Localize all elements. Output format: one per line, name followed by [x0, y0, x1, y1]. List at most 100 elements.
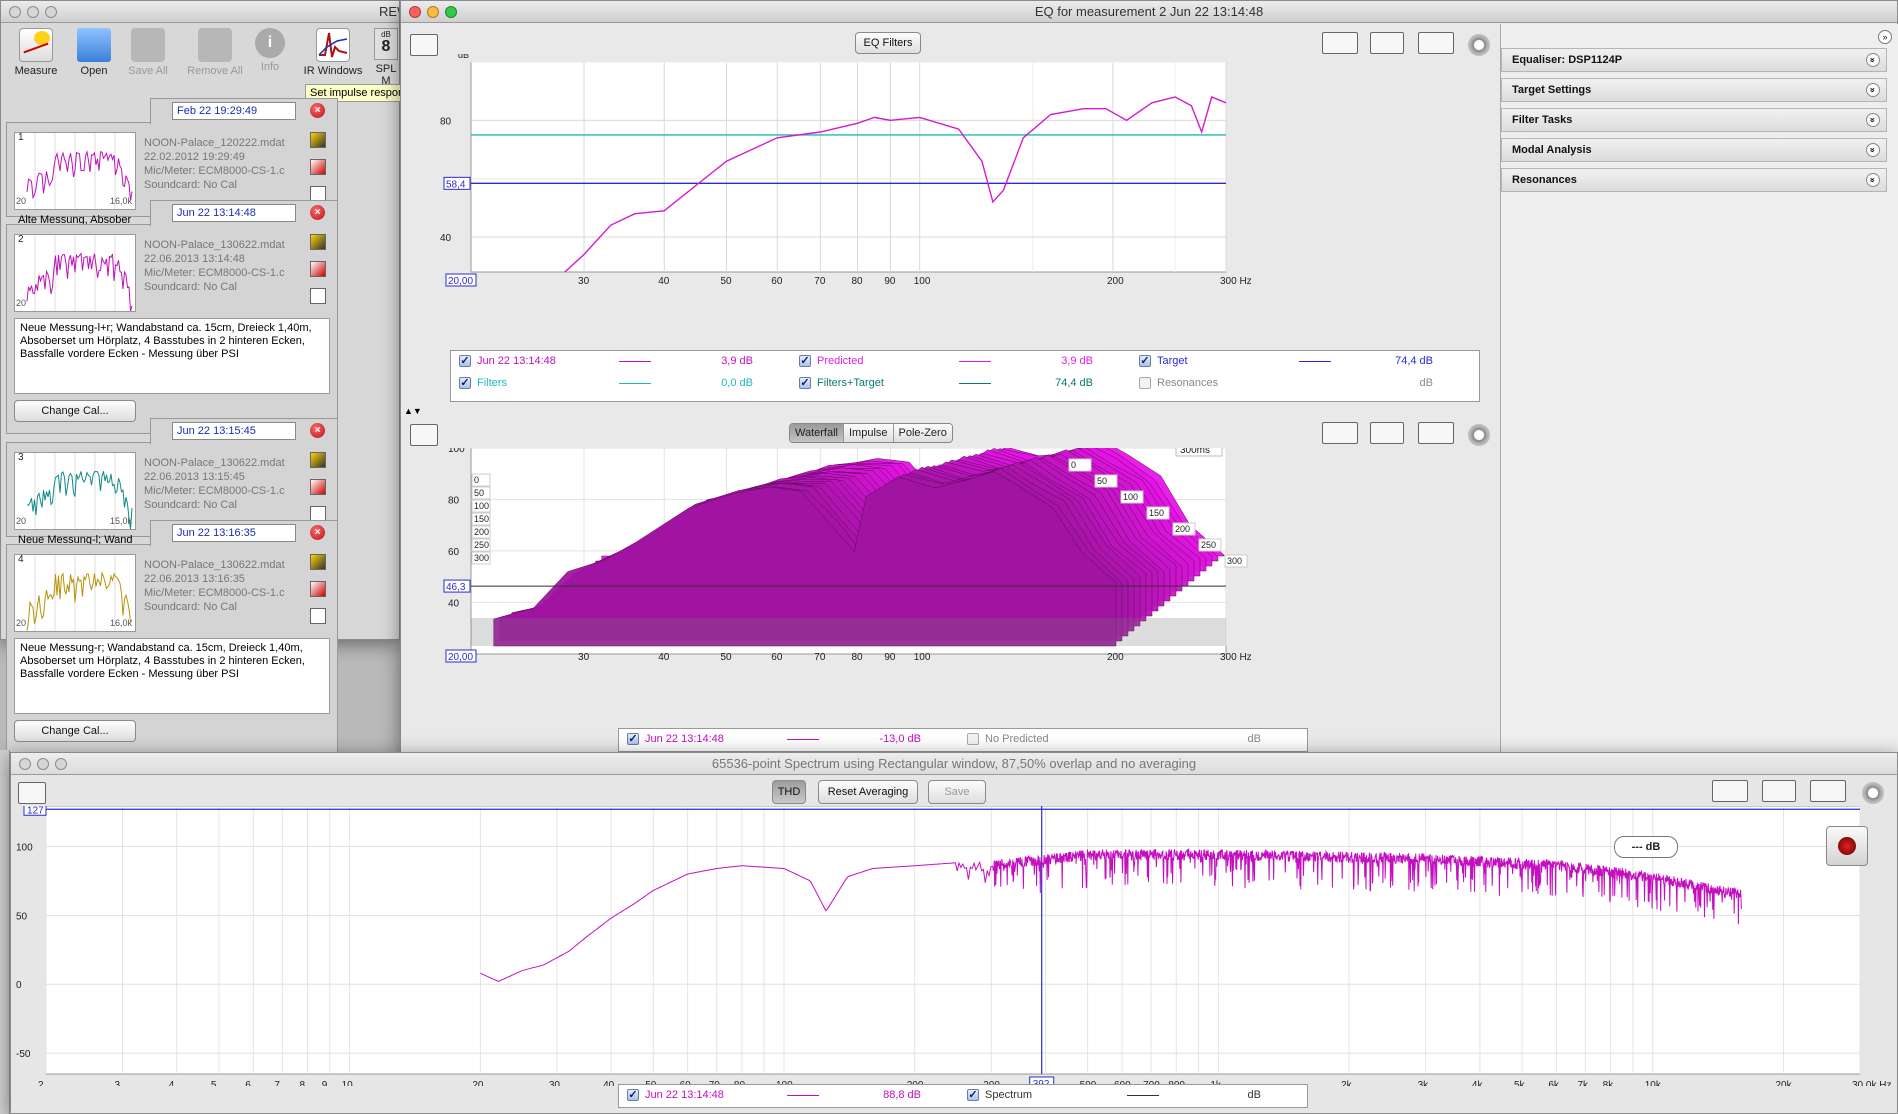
wand-icon[interactable] [310, 479, 326, 495]
measurement-notes[interactable]: Neue Messung-r; Wandabstand ca. 15cm, Dr… [14, 638, 330, 714]
minimize-window-button[interactable] [27, 6, 39, 18]
close-window-button[interactable] [9, 6, 21, 18]
legend-checkbox[interactable]: ✓ [967, 1089, 979, 1101]
split-arrows-icon[interactable]: ▲▼ [404, 406, 422, 416]
legend-checkbox[interactable] [967, 733, 979, 745]
waterfall-graph-layout-icon[interactable] [1322, 422, 1358, 444]
legend-entry[interactable]: No Predicted dB [967, 733, 1297, 745]
thd-button[interactable]: THD [772, 780, 806, 804]
edit-icon[interactable] [310, 234, 326, 250]
measurement-date-field[interactable]: Feb 22 19:29:49 [172, 102, 296, 120]
wand-icon[interactable] [310, 261, 326, 277]
side-panel-section[interactable]: Equaliser: DSP1124P » [1501, 48, 1887, 72]
legend-entry[interactable]: ✓ Jun 22 13:14:48 -13,0 dB [627, 733, 957, 745]
camera-icon[interactable] [410, 34, 438, 56]
remove-all-button[interactable]: Remove All [182, 28, 248, 77]
legend-entry[interactable]: ✓ Jun 22 13:14:48 3,9 dB [459, 355, 789, 367]
legend-checkbox[interactable]: ✓ [627, 1089, 639, 1101]
change-cal-button[interactable]: Change Cal... [14, 720, 136, 742]
fit-axes-icon[interactable] [1418, 32, 1454, 54]
spl-meter-button[interactable]: dB 8 SPL M [372, 28, 400, 87]
legend-checkbox[interactable] [1139, 377, 1151, 389]
measurement-date-field[interactable]: Jun 22 13:15:45 [172, 422, 296, 440]
remove-measurement-icon[interactable]: × [310, 423, 325, 438]
change-cal-button[interactable]: Change Cal... [14, 400, 136, 422]
waterfall-chart[interactable]: 30405060708090100200300 Hz100806040dB46,… [400, 448, 1500, 728]
save-all-button[interactable]: Save All [120, 28, 176, 77]
rta-camera-icon[interactable] [18, 782, 46, 804]
tab-impulse[interactable]: Impulse [844, 424, 894, 442]
legend-entry[interactable]: ✓ Jun 22 13:14:48 88,8 dB [627, 1089, 957, 1101]
waterfall-fit-axes-icon[interactable] [1418, 422, 1454, 444]
wand-icon[interactable] [310, 159, 326, 175]
record-button[interactable] [1826, 826, 1868, 866]
edit-icon[interactable] [310, 452, 326, 468]
waterfall-camera-icon[interactable] [410, 424, 438, 446]
thumbnail-low-label: 20 [16, 196, 26, 206]
side-panel-section[interactable]: Target Settings » [1501, 78, 1887, 102]
remove-measurement-icon[interactable]: × [310, 103, 325, 118]
remove-measurement-icon[interactable]: × [310, 525, 325, 540]
legend-checkbox[interactable]: ✓ [459, 377, 471, 389]
settings-icon[interactable] [310, 608, 326, 624]
chevron-down-icon[interactable]: » [1866, 143, 1880, 157]
remove-measurement-icon[interactable]: × [310, 205, 325, 220]
measurement-notes[interactable]: Neue Messung-l+r; Wandabstand ca. 15cm, … [14, 318, 330, 394]
side-panel-section[interactable]: Resonances » [1501, 168, 1887, 192]
legend-entry[interactable]: ✓ Filters+Target 74,4 dB [799, 377, 1129, 389]
rta-column-layout-icon[interactable] [1762, 780, 1796, 802]
rta-graph-layout-icon[interactable] [1712, 780, 1748, 802]
eq-close-button[interactable] [409, 6, 421, 18]
waterfall-column-layout-icon[interactable] [1370, 422, 1404, 444]
column-layout-icon[interactable] [1370, 32, 1404, 54]
side-panel-section[interactable]: Filter Tasks » [1501, 108, 1887, 132]
rta-minimize-button[interactable] [37, 758, 49, 770]
eq-frequency-chart[interactable]: 30 40 50 60 70 80 90 100 200 300 Hz 80 40 dB 58,4 20,0… [400, 54, 1500, 354]
legend-entry[interactable]: ✓ Filters 0,0 dB [459, 377, 789, 389]
legend-checkbox[interactable]: ✓ [627, 733, 639, 745]
chevron-down-icon[interactable]: » [1866, 53, 1880, 67]
zoom-window-button[interactable] [45, 6, 57, 18]
tab-waterfall[interactable]: Waterfall [790, 424, 844, 442]
legend-entry[interactable]: ✓ Target 74,4 dB [1139, 355, 1469, 367]
wand-icon[interactable] [310, 581, 326, 597]
legend-checkbox[interactable]: ✓ [799, 377, 811, 389]
chevron-down-icon[interactable]: » [1866, 83, 1880, 97]
edit-icon[interactable] [310, 554, 326, 570]
measure-button[interactable]: Measure [8, 28, 64, 77]
ir-windows-button[interactable]: IR Windows [298, 28, 368, 77]
reset-averaging-button[interactable]: Reset Averaging [818, 780, 918, 804]
legend-entry[interactable]: Resonances dB [1139, 377, 1469, 389]
rta-gear-icon[interactable] [1862, 782, 1884, 804]
edit-icon[interactable] [310, 132, 326, 148]
side-panel-collapse-icon[interactable]: » [1878, 30, 1892, 44]
measurement-index: 2 [18, 234, 24, 245]
open-button[interactable]: Open [66, 28, 122, 77]
waterfall-gear-icon[interactable] [1468, 424, 1490, 446]
legend-checkbox[interactable]: ✓ [459, 355, 471, 367]
side-panel-section[interactable]: Modal Analysis » [1501, 138, 1887, 162]
chevron-down-icon[interactable]: » [1866, 113, 1880, 127]
tab-pole-zero[interactable]: Pole-Zero [894, 424, 952, 442]
eq-filters-button[interactable]: EQ Filters [855, 32, 921, 54]
rta-zoom-button[interactable] [55, 758, 67, 770]
eq-minimize-button[interactable] [427, 6, 439, 18]
legend-checkbox[interactable]: ✓ [799, 355, 811, 367]
eq-zoom-button[interactable] [445, 6, 457, 18]
info-button[interactable]: i Info [250, 28, 290, 73]
measurement-date-field[interactable]: Jun 22 13:14:48 [172, 204, 296, 222]
rta-fit-axes-icon[interactable] [1810, 780, 1846, 802]
chevron-down-icon[interactable]: » [1866, 173, 1880, 187]
legend-label: Filters+Target [817, 377, 947, 389]
y-tick-label: 100 [448, 448, 465, 455]
gear-icon[interactable] [1468, 34, 1490, 56]
rta-close-button[interactable] [19, 758, 31, 770]
legend-entry[interactable]: ✓ Predicted 3,9 dB [799, 355, 1129, 367]
save-button[interactable]: Save [928, 780, 986, 804]
measurement-date-field[interactable]: Jun 22 13:16:35 [172, 524, 296, 542]
legend-entry[interactable]: ✓ Spectrum dB [967, 1089, 1297, 1101]
graph-layout-icon[interactable] [1322, 32, 1358, 54]
measurement-thumbnail[interactable] [14, 234, 136, 312]
settings-icon[interactable] [310, 288, 326, 304]
legend-checkbox[interactable]: ✓ [1139, 355, 1151, 367]
